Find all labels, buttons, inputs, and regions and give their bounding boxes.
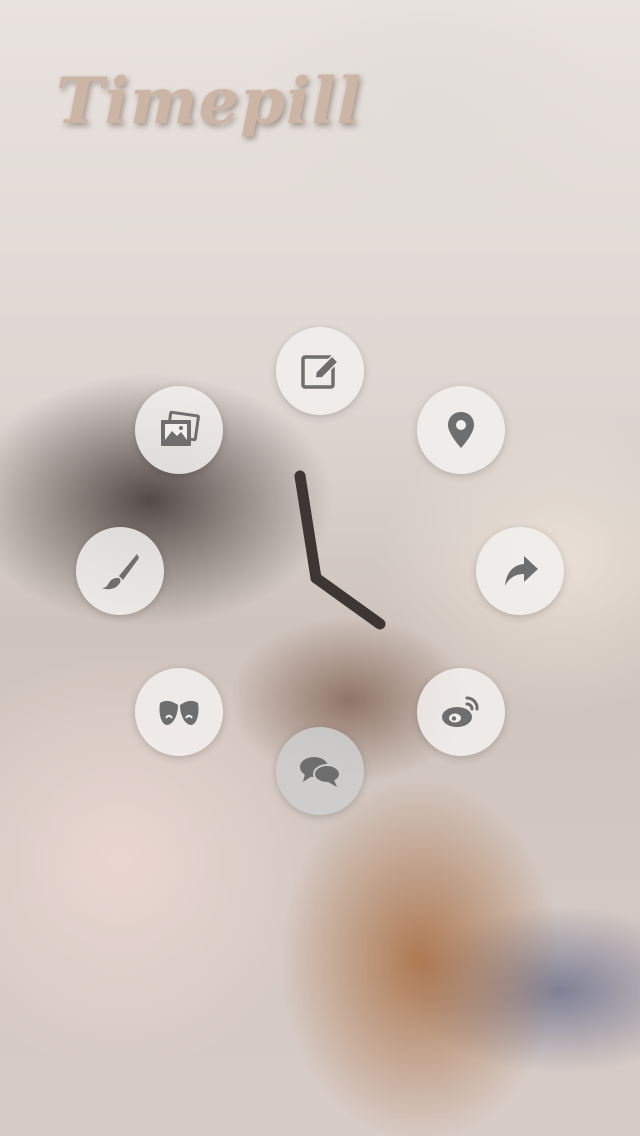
map-pin-icon [448, 412, 474, 448]
share-arrow-icon [505, 556, 538, 586]
app-title: Timepill [56, 64, 363, 139]
paint-button[interactable] [76, 527, 164, 615]
chat-button[interactable] [276, 727, 364, 815]
write-button[interactable] [276, 327, 364, 415]
pencil-square-icon [301, 354, 340, 389]
photo-button[interactable] [135, 386, 223, 474]
weibo-icon [442, 696, 479, 727]
douban-button[interactable] [135, 668, 223, 756]
masks-icon [159, 700, 199, 725]
photos-icon [161, 410, 200, 446]
weibo-button[interactable] [417, 668, 505, 756]
chat-bubbles-icon [300, 757, 341, 787]
share-button[interactable] [476, 527, 564, 615]
location-button[interactable] [417, 386, 505, 474]
paintbrush-icon [102, 554, 139, 590]
